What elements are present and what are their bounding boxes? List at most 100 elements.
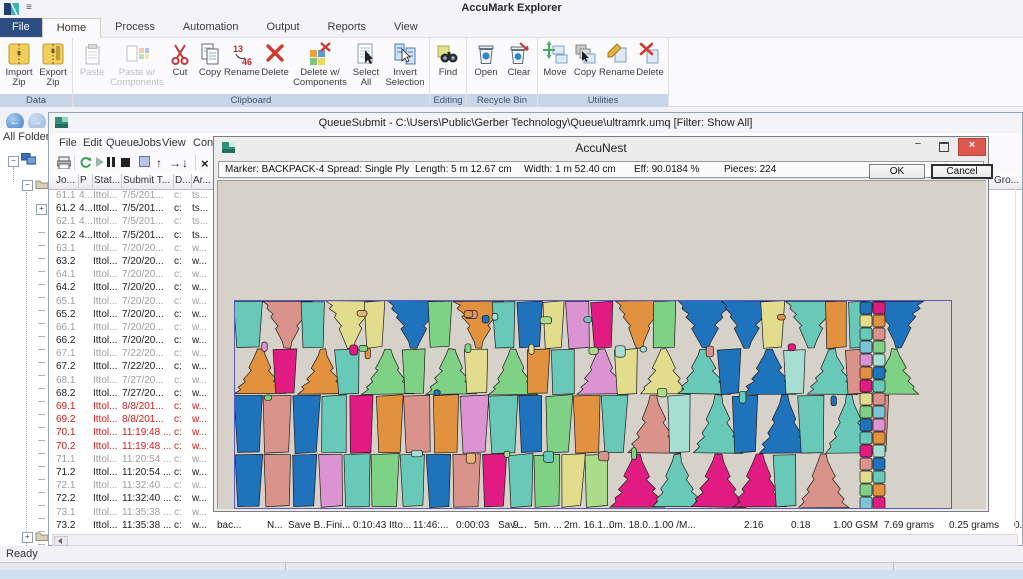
cell-submit: 7/20/20... [122, 321, 173, 334]
minimize-button[interactable]: − [906, 138, 930, 156]
cell-p: 4... [79, 189, 93, 202]
ribbon-group-clipboard: Paste Paste w/ Components Cut Copy 1346 … [73, 38, 430, 106]
col-group[interactable]: Gro... [991, 174, 1023, 188]
cell-submit: 8/8/201... [122, 400, 173, 413]
util-move-button[interactable]: Move [540, 39, 570, 94]
menu-jobs[interactable]: Jobs [138, 137, 161, 149]
cut-button[interactable]: Cut [165, 39, 195, 94]
move-up-icon[interactable]: ↑ [156, 156, 162, 170]
remove-job-icon[interactable]: × [201, 156, 209, 171]
hscroll-left-arrow[interactable] [54, 536, 68, 546]
queuesubmit-titlebar[interactable]: QueueSubmit - C:\Users\Public\Gerber Tec… [49, 113, 1022, 134]
cell-d: c: [174, 229, 191, 242]
recycle-clear-button[interactable]: Clear [503, 39, 535, 94]
tab-automation[interactable]: Automation [169, 18, 253, 37]
delete-with-components-icon [307, 40, 333, 68]
summary-cell: Itto... [389, 519, 411, 532]
group-label-utilities: Utilities [538, 94, 668, 107]
select-all-button[interactable]: Select All [349, 39, 383, 94]
util-copy-button[interactable]: Copy [570, 39, 600, 94]
cell-job: 70.1 [56, 426, 80, 439]
delete-with-components-button[interactable]: Delete w/ Components [291, 39, 349, 94]
cell-d: c: [174, 321, 191, 334]
menu-queue[interactable]: Queue [106, 137, 139, 149]
summary-cell: 2.16 [744, 519, 763, 532]
cell-status: Ittol... [93, 268, 122, 281]
queue-hscrollbar[interactable] [52, 534, 1018, 546]
cell-status: Ittol... [93, 360, 122, 373]
tab-output[interactable]: Output [252, 18, 313, 37]
network-computer-icon [21, 153, 36, 166]
summary-cell: 11:46:... [413, 519, 448, 532]
tree-expand-root[interactable]: − [8, 156, 19, 167]
col-job[interactable]: Jo... [53, 174, 79, 188]
delete-button[interactable]: Delete [259, 39, 291, 94]
import-zip-icon [6, 40, 32, 68]
find-button[interactable]: Find [432, 39, 464, 94]
ribbon: Import Zip Export Zip Data Paste Paste w… [0, 38, 1023, 107]
cell-submit: 7/27/20... [122, 374, 173, 387]
close-button[interactable]: × [958, 138, 986, 156]
col-status[interactable]: Stat... [91, 174, 122, 188]
tab-file[interactable]: File [0, 18, 42, 37]
cell-status: Ittol... [93, 519, 122, 532]
copy-button[interactable]: Copy [195, 39, 225, 94]
ok-button[interactable]: OK [869, 164, 925, 179]
col-submit-time[interactable]: Submit T... [120, 174, 174, 188]
cell-d: c: [174, 466, 191, 479]
menu-edit[interactable]: Edit [83, 137, 102, 149]
cell-status: Ittol... [93, 492, 122, 505]
cancel-button[interactable]: Cancel [931, 164, 993, 179]
tree-expand-folder-2[interactable]: + [22, 532, 33, 543]
accunest-window: AccuNest − × Marker: BACKPACK-4 Spread: … [213, 136, 989, 512]
col-d[interactable]: D... [172, 174, 192, 188]
cell-job: 69.1 [56, 400, 80, 413]
table-row[interactable]: 73.2Ittol...11:35:38 ...c:w...bac...N...… [49, 519, 1022, 532]
summary-cell: 0m. 18.0... [609, 519, 656, 532]
ribbon-group-editing: Find Editing [430, 38, 467, 106]
cell-status: Ittol... [93, 295, 122, 308]
accunest-titlebar[interactable]: AccuNest − × [214, 137, 988, 159]
menu-file[interactable]: File [59, 137, 77, 149]
invert-selection-button[interactable]: Invert Selection [383, 39, 427, 94]
queuesubmit-title: QueueSubmit - C:\Users\Public\Gerber Tec… [49, 117, 1022, 129]
maximize-button[interactable] [932, 138, 956, 156]
tree-expand-subfolder[interactable]: + [36, 204, 47, 215]
tab-view[interactable]: View [380, 18, 432, 37]
group-label-editing: Editing [430, 94, 466, 107]
tab-process[interactable]: Process [101, 18, 169, 37]
summary-cell: 2m. 16.1... [564, 519, 611, 532]
cell-job: 66.2 [56, 334, 80, 347]
copy-icon [197, 40, 223, 68]
move-right-icon[interactable]: → [169, 156, 181, 170]
print-icon[interactable] [57, 156, 71, 172]
tree-row-connectors [38, 220, 45, 550]
tree-expand-folder[interactable]: − [22, 180, 33, 191]
tab-home[interactable]: Home [42, 18, 101, 38]
folder-icon [35, 530, 49, 541]
cell-submit: 7/20/20... [122, 308, 173, 321]
menu-view[interactable]: View [162, 137, 186, 149]
queue-window-icon[interactable] [139, 156, 150, 170]
move-down-icon[interactable]: ↓ [182, 156, 188, 170]
accumark-titlebar: ≡ AccuMark Explorer [0, 0, 1023, 18]
recycle-open-button[interactable]: Open [469, 39, 503, 94]
cell-d: c: [174, 202, 191, 215]
rename-button[interactable]: 1346 Rename [225, 39, 259, 94]
import-zip-button[interactable]: Import Zip [2, 39, 36, 94]
summary-cell: bac... [217, 519, 241, 532]
cell-submit: 11:19:48 ... [122, 426, 173, 439]
util-rename-button[interactable]: Rename [600, 39, 634, 94]
refresh-icon[interactable] [79, 156, 92, 172]
cell-submit: 11:20:54 ... [122, 453, 173, 466]
spread-info: Spread: Single Ply [327, 164, 409, 175]
cell-status: Ittol... [93, 334, 122, 347]
cell-status: Ittol... [93, 400, 122, 413]
cell-d: c: [174, 519, 191, 532]
tab-reports[interactable]: Reports [314, 18, 381, 37]
util-delete-button[interactable]: Delete [634, 39, 666, 94]
pause-icon[interactable] [107, 156, 115, 170]
stop-icon[interactable] [121, 156, 130, 170]
export-zip-button[interactable]: Export Zip [36, 39, 70, 94]
run-icon[interactable] [96, 156, 104, 170]
